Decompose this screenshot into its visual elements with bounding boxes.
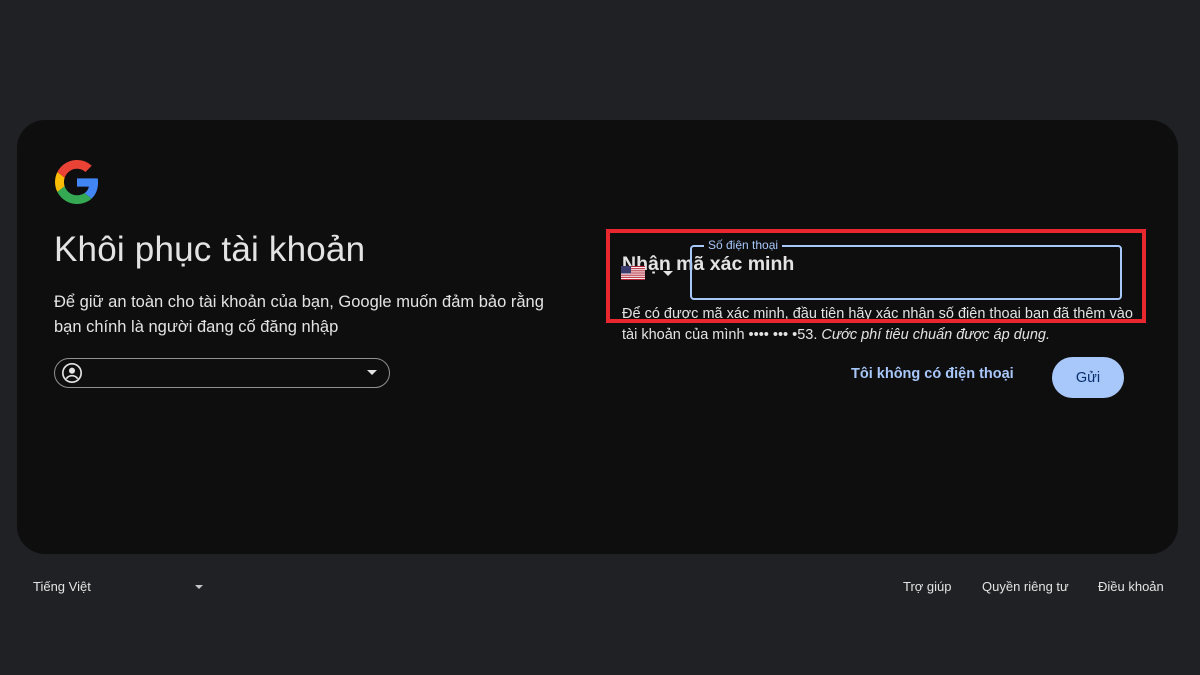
language-label: Tiếng Việt (33, 579, 91, 594)
footer-link-terms[interactable]: Điều khoản (1098, 579, 1164, 594)
phone-number-label: Số điện thoại (704, 237, 783, 253)
google-logo-icon (55, 160, 99, 204)
description-note: Cước phí tiêu chuẩn được áp dụng. (821, 327, 1050, 343)
no-phone-link[interactable]: Tôi không có điện thoại (851, 366, 1014, 382)
language-select[interactable]: Tiếng Việt (33, 579, 205, 597)
chevron-down-icon (195, 585, 203, 589)
chevron-down-icon (367, 370, 377, 375)
phone-number-field[interactable]: Số điện thoại (690, 237, 1122, 300)
phone-number-input[interactable] (706, 261, 1110, 287)
send-button[interactable]: Gửi (1052, 357, 1124, 398)
account-circle-icon (62, 363, 82, 383)
page-subtitle: Để giữ an toàn cho tài khoản của bạn, Go… (54, 293, 544, 336)
us-flag-icon (621, 266, 645, 280)
account-chip[interactable] (54, 358, 390, 388)
footer-link-help[interactable]: Trợ giúp (903, 579, 952, 594)
country-code-select[interactable] (621, 262, 679, 284)
footer: Tiếng Việt Trợ giúp Quyền riêng tư Điều … (0, 575, 1200, 599)
footer-link-privacy[interactable]: Quyền riêng tư (982, 579, 1069, 594)
chevron-down-icon (663, 271, 673, 276)
recovery-card: Khôi phục tài khoản Để giữ an toàn cho t… (17, 120, 1178, 554)
page-title: Khôi phục tài khoản (54, 230, 366, 269)
